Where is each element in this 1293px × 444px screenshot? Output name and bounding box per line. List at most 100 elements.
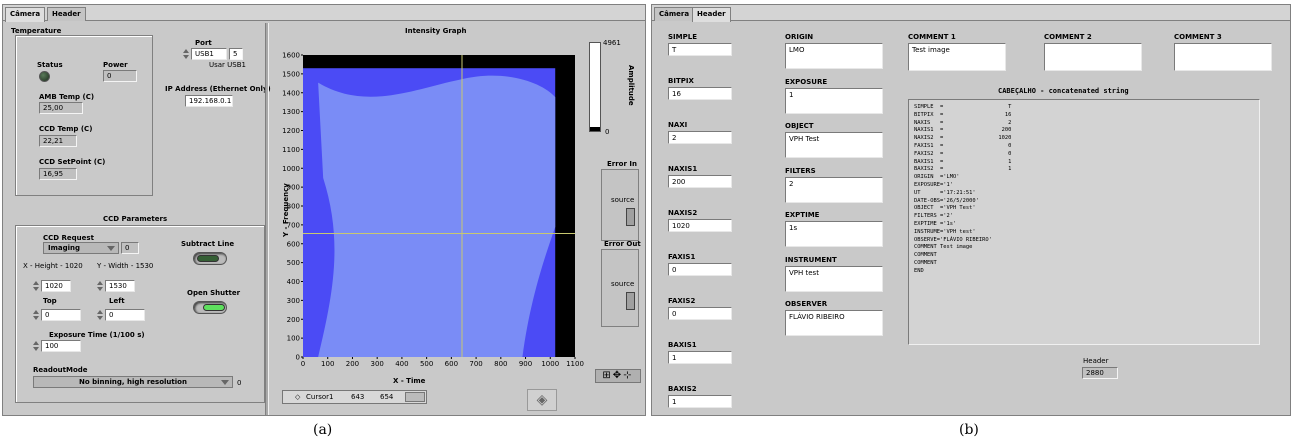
intensity-graph[interactable]: 0100200300400500600700800900100011001200…	[273, 37, 585, 387]
amb-temp-label: AMB Temp (C)	[39, 93, 95, 101]
field-input[interactable]: 0	[668, 307, 732, 320]
use-usb-label: Usar USB1	[209, 61, 246, 69]
caption-b: (b)	[959, 422, 979, 438]
top-input[interactable]: 0	[41, 309, 81, 321]
open-shutter-toggle[interactable]	[193, 301, 227, 314]
readout-mode-value: No binning, high resolution	[79, 378, 187, 386]
zoom-icon[interactable]: ⊞	[602, 370, 612, 381]
status-label: Status	[37, 61, 63, 69]
tab-header[interactable]: Header	[692, 7, 731, 22]
field-input[interactable]: 2	[785, 176, 883, 203]
comment-input[interactable]	[1044, 43, 1142, 71]
y-tick-label: 1400	[282, 89, 300, 97]
field-label: SIMPLE	[668, 33, 697, 41]
exposure-spinner[interactable]	[33, 340, 39, 352]
ccd-setpoint-indicator: 16,95	[39, 168, 77, 180]
y-tick-label: 1200	[282, 127, 300, 135]
error-in-slider[interactable]	[626, 208, 635, 226]
y-tick-label: 300	[287, 297, 300, 305]
width-input[interactable]: 1530	[105, 280, 135, 292]
field-input[interactable]: VPH Test	[785, 132, 883, 158]
tab-camera[interactable]: Câmera	[5, 7, 46, 22]
toggle-knob	[197, 255, 219, 262]
x-tick-label: 0	[301, 360, 305, 368]
subtract-line-label: Subtract Line	[181, 240, 235, 248]
x-tick-label: 300	[370, 360, 383, 368]
height-input[interactable]: 1020	[41, 280, 71, 292]
height-spinner[interactable]	[33, 280, 39, 292]
y-tick-label: 1100	[282, 146, 300, 154]
error-in-label: Error In	[607, 160, 637, 168]
y-axis-label: Y - Frequency	[282, 183, 290, 238]
amb-temp-indicator: 25,00	[39, 102, 83, 114]
top-spinner[interactable]	[33, 309, 39, 321]
intensity-image	[303, 68, 556, 358]
ccd-params-title: CCD Parameters	[103, 215, 168, 223]
readout-mode-ring[interactable]: No binning, high resolution	[33, 376, 233, 388]
field-input[interactable]: 1s	[785, 221, 883, 247]
field-input[interactable]: T	[668, 43, 732, 56]
cursor-tool-icon[interactable]: ⊹	[623, 370, 633, 381]
comment-input[interactable]: Test image	[908, 43, 1006, 71]
field-input[interactable]: 1	[785, 87, 883, 114]
field-label: BAXIS2	[668, 385, 697, 393]
field-label: INSTRUMENT	[785, 255, 837, 264]
port-label: Port	[195, 39, 212, 47]
cursor-legend-scroll[interactable]	[405, 392, 425, 402]
subtract-line-toggle[interactable]	[193, 252, 227, 265]
concat-string-display[interactable]: SIMPLE = T BITPIX = 16 NAXIS = 2 NAXIS1 …	[908, 99, 1260, 345]
left-spinner[interactable]	[97, 309, 103, 321]
field-label: ORIGIN	[785, 33, 814, 41]
tab-header[interactable]: Header	[47, 7, 86, 21]
width-spinner[interactable]	[97, 280, 103, 292]
field-input[interactable]: 16	[668, 87, 732, 100]
field-input[interactable]: FLÁVIO RIBEIRO	[785, 310, 883, 336]
cursor-x-value: 643	[351, 393, 365, 401]
chevron-down-icon	[221, 380, 229, 385]
y-tick-label: 1500	[282, 70, 300, 78]
power-indicator: 0	[103, 70, 137, 82]
amplitude-label: Amplitude	[627, 65, 635, 106]
y-tick-label: 600	[287, 240, 300, 248]
field-input[interactable]: VPH test	[785, 265, 883, 292]
field-input[interactable]: 1	[668, 395, 732, 408]
port-spinner[interactable]	[183, 48, 189, 60]
port-number[interactable]: 5	[229, 48, 243, 60]
x-tick-label: 500	[420, 360, 433, 368]
field-label: NAXIS1	[668, 165, 698, 173]
tab-bar: Câmera Header	[3, 5, 645, 22]
error-out-source-label: source	[611, 280, 635, 288]
ccd-request-ring[interactable]: Imaging	[43, 242, 119, 254]
field-input[interactable]: 1020	[668, 219, 732, 232]
y-tick-label: 200	[287, 316, 300, 324]
cursor-move-icon[interactable]: ◈	[527, 389, 557, 411]
top-label: Top	[43, 297, 57, 305]
tab-camera[interactable]: Câmera	[654, 7, 695, 21]
field-input[interactable]: 0	[668, 263, 732, 276]
exposure-time-label: Exposure Time (1/100 s)	[49, 331, 145, 339]
y-tick-label: 500	[287, 259, 300, 267]
field-label: EXPOSURE	[785, 77, 828, 86]
field-input[interactable]: 1	[668, 351, 732, 364]
port-select[interactable]: USB1	[191, 48, 227, 60]
y-tick-label: 1000	[282, 165, 300, 173]
ip-address-input[interactable]: 192.168.0.1	[185, 95, 233, 107]
comment-input[interactable]	[1174, 43, 1272, 71]
field-label: FAXIS1	[668, 253, 696, 261]
open-shutter-label: Open Shutter	[187, 289, 241, 297]
cursor-legend[interactable]: ◇ Cursor1 643 654	[282, 390, 427, 404]
field-input[interactable]: LMO	[785, 43, 883, 69]
amplitude-min: 0	[605, 128, 610, 136]
field-input[interactable]: 200	[668, 175, 732, 188]
field-label: NAXIS2	[668, 209, 698, 217]
amplitude-scale[interactable]	[589, 42, 601, 132]
graph-title: Intensity Graph	[405, 27, 467, 35]
pan-icon[interactable]: ✥	[613, 370, 623, 381]
left-input[interactable]: 0	[105, 309, 145, 321]
error-out-slider[interactable]	[626, 292, 635, 310]
y-tick-label: 1600	[282, 52, 300, 60]
exposure-input[interactable]: 100	[41, 340, 81, 352]
graph-palette[interactable]: ⊞✥⊹	[595, 369, 641, 383]
field-input[interactable]: 2	[668, 131, 732, 144]
x-tick-label: 800	[494, 360, 507, 368]
